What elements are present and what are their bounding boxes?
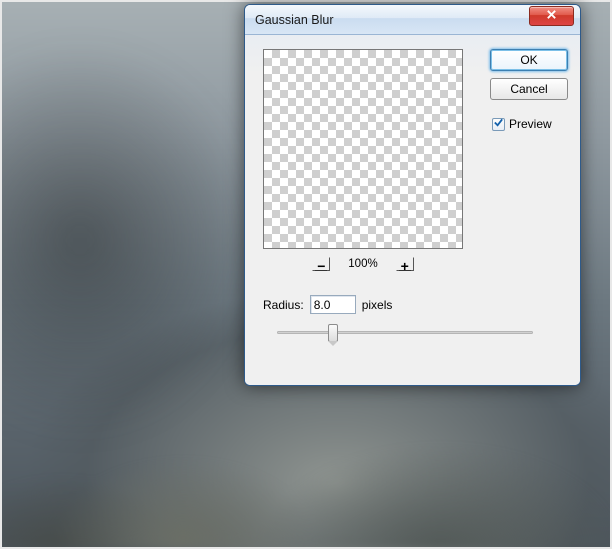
dialog-titlebar[interactable]: Gaussian Blur xyxy=(245,5,580,35)
radius-value: 8.0 xyxy=(314,298,331,312)
checkmark-icon xyxy=(493,117,504,131)
dialog-button-column: OK Cancel Preview xyxy=(490,49,568,131)
radius-label: Radius: xyxy=(263,298,304,312)
cancel-button-label: Cancel xyxy=(510,82,547,96)
transparency-checker xyxy=(264,50,462,248)
plus-icon: + xyxy=(401,262,409,270)
preview-canvas[interactable] xyxy=(263,49,463,249)
ok-button-label: OK xyxy=(520,53,537,67)
zoom-out-button[interactable]: − xyxy=(312,257,330,271)
zoom-level-label: 100% xyxy=(348,258,377,270)
gaussian-blur-dialog: Gaussian Blur − 100% + OK Cancel xyxy=(244,4,581,386)
ok-button[interactable]: OK xyxy=(490,49,568,71)
zoom-controls: − 100% + xyxy=(263,253,463,275)
cancel-button[interactable]: Cancel xyxy=(490,78,568,100)
close-button[interactable] xyxy=(529,6,574,26)
minus-icon: − xyxy=(317,262,325,270)
dialog-body: − 100% + OK Cancel Preview xyxy=(245,35,580,385)
radius-slider[interactable] xyxy=(277,323,533,343)
radius-input[interactable]: 8.0 xyxy=(310,295,356,314)
dialog-title: Gaussian Blur xyxy=(255,13,574,27)
radius-unit-label: pixels xyxy=(362,298,393,312)
radius-row: Radius: 8.0 pixels xyxy=(263,295,392,314)
slider-track xyxy=(277,331,533,334)
preview-checkbox-row: Preview xyxy=(490,117,568,131)
preview-checkbox-label: Preview xyxy=(509,117,552,131)
close-icon xyxy=(546,9,557,23)
slider-thumb[interactable] xyxy=(328,324,338,342)
zoom-in-button[interactable]: + xyxy=(396,257,414,271)
preview-checkbox[interactable] xyxy=(492,118,505,131)
